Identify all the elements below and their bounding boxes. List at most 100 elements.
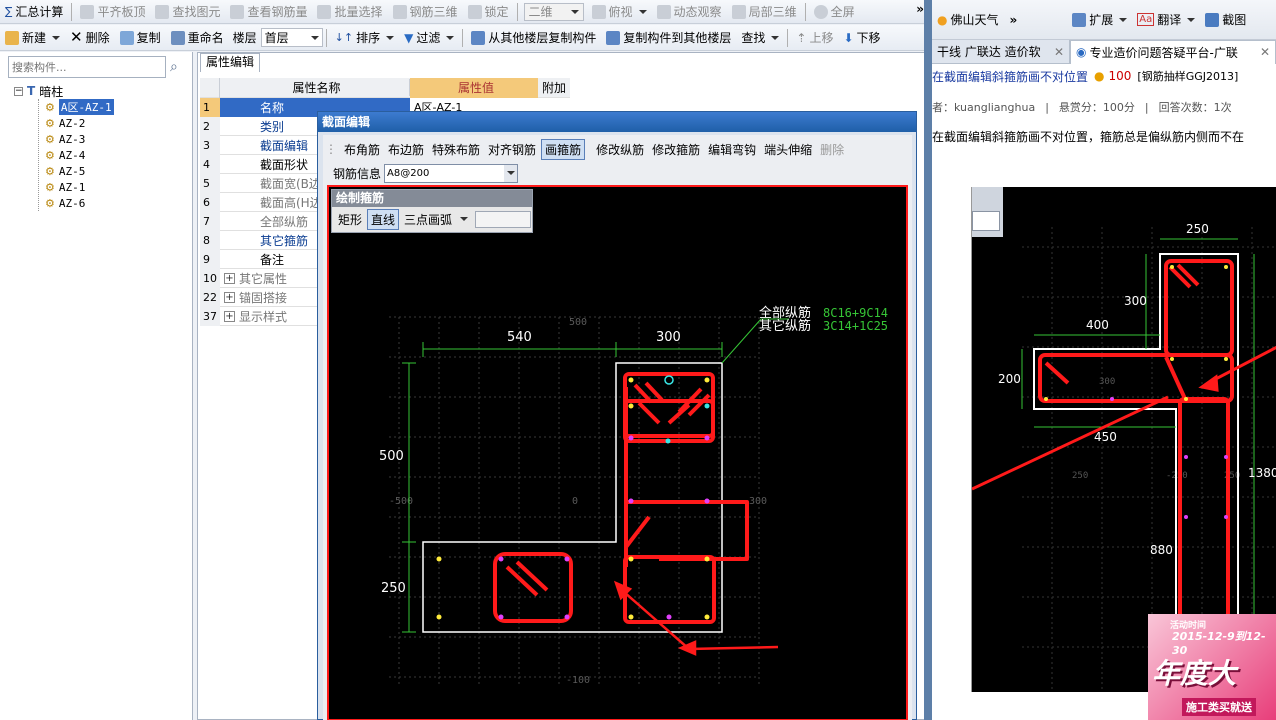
- dialog-titlebar[interactable]: 截面编辑: [318, 112, 916, 132]
- align-top-button[interactable]: 平齐板顶: [75, 1, 150, 23]
- delete-button[interactable]: ✕ 删除: [65, 27, 115, 49]
- copy-button[interactable]: 复制: [115, 27, 166, 49]
- draw-mode-button[interactable]: 三点画弧: [401, 210, 455, 229]
- expand-icon[interactable]: +: [224, 291, 235, 303]
- draw-mode-button[interactable]: 矩形: [335, 210, 365, 229]
- question-bounty: 悬赏分：100分: [1058, 101, 1135, 114]
- tab-glodon-label: 干线 广联达 造价软: [937, 45, 1041, 59]
- dialog-tab[interactable]: 编辑弯钩: [705, 140, 759, 159]
- local-3d-button[interactable]: 局部三维: [727, 1, 802, 23]
- question-title[interactable]: 在截面编辑斜箍筋画不对位置: [932, 68, 1088, 85]
- sort-label: 排序: [356, 31, 381, 45]
- property-name: 其它属性: [239, 271, 288, 286]
- close-icon[interactable]: ✕: [1054, 45, 1064, 59]
- chevron-down-icon: [52, 35, 61, 40]
- align-top-icon: [80, 4, 95, 19]
- find-element-icon: [155, 4, 170, 19]
- move-down-button[interactable]: ⬇ 下移: [838, 27, 885, 49]
- view-mode-select[interactable]: 二维: [523, 2, 584, 21]
- filter-button[interactable]: ▼ 过滤: [399, 27, 459, 49]
- find-button[interactable]: 查找: [736, 27, 784, 49]
- top-view-button[interactable]: 俯视: [587, 1, 652, 23]
- chevron-down-icon: [1119, 17, 1128, 22]
- arc-option-select[interactable]: [475, 210, 532, 228]
- floor-select[interactable]: 首层: [260, 28, 323, 47]
- dialog-tab[interactable]: 布边筋: [385, 140, 427, 159]
- chevron-down-icon: [386, 35, 395, 40]
- lock-button[interactable]: 锁定: [463, 1, 514, 23]
- row-number: 2: [200, 116, 220, 136]
- section-canvas[interactable]: 500 -500 0 300 -100 540 300 500 250 全部纵筋…: [327, 185, 908, 720]
- dialog-tab[interactable]: 端头伸缩: [761, 140, 815, 159]
- column-element-icon: ⚙: [45, 100, 55, 114]
- cad-outline: [1033, 253, 1239, 618]
- move-down-label: 下移: [856, 31, 881, 45]
- new-button[interactable]: 新建: [0, 27, 65, 49]
- rename-button[interactable]: 重命名: [166, 27, 229, 49]
- dialog-tab[interactable]: 对齐钢筋: [485, 140, 539, 159]
- other-rebar-label: 其它纵筋: [759, 318, 811, 334]
- promo-bottom: 施工类买就送: [1182, 698, 1256, 716]
- orbit-button[interactable]: 动态观察: [652, 1, 727, 23]
- extensions-button[interactable]: 扩展: [1067, 9, 1132, 31]
- copy-to-floor-button[interactable]: 复制构件到其他楼层: [601, 27, 736, 49]
- batch-select-button[interactable]: 批量选择: [312, 1, 387, 23]
- browser-window: ● 佛山天气 » 扩展 Aa 翻译 截图 干线 广联达 造价软 ✕ ◉ 专业造价问题答…: [932, 0, 1276, 720]
- chevron-down-icon[interactable]: [504, 164, 518, 182]
- expand-icon[interactable]: +: [224, 272, 235, 284]
- tab-property-edit[interactable]: 属性编辑: [200, 53, 260, 72]
- tree-item[interactable]: ⚙ AZ-4: [39, 147, 189, 163]
- sort-button[interactable]: ↓↑ 排序: [330, 27, 399, 49]
- collapse-icon[interactable]: −: [14, 86, 23, 96]
- tab-qa-label: 专业造价问题答疑平台-广联: [1089, 45, 1238, 60]
- filter-icon: ▼: [404, 30, 414, 45]
- row-number: 22: [200, 287, 220, 307]
- tree-item[interactable]: ⚙ A区-AZ-1: [39, 99, 189, 115]
- tree-item[interactable]: ⚙ AZ-5: [39, 163, 189, 179]
- dialog-tab[interactable]: 删除: [817, 140, 847, 159]
- chevron-down-icon[interactable]: [460, 217, 469, 221]
- copy-from-floor-label: 从其他楼层复制构件: [488, 31, 597, 45]
- component-tree: − T 暗柱 ⚙ A区-AZ-1 ⚙ AZ-2 ⚙ AZ-3 ⚙ AZ-4 ⚙ AZ-5 ⚙ AZ-1…: [14, 83, 189, 211]
- dialog-tab[interactable]: 修改纵筋: [593, 140, 647, 159]
- tab-qa-platform[interactable]: ◉ 专业造价问题答疑平台-广联 ✕: [1070, 39, 1276, 64]
- tree-item[interactable]: ⚙ AZ-2: [39, 115, 189, 131]
- separator: [804, 2, 806, 21]
- close-icon[interactable]: ✕: [1260, 45, 1270, 59]
- rebar-info-select[interactable]: A8@200: [384, 163, 519, 183]
- browser-chevrons[interactable]: »: [1004, 13, 1024, 27]
- tab-glodon[interactable]: 干线 广联达 造价软 ✕: [932, 39, 1070, 64]
- view-rebar-button[interactable]: 查看钢筋量: [225, 1, 312, 23]
- toolbar-overflow-button[interactable]: »: [916, 2, 924, 16]
- dialog-tab[interactable]: 特殊布筋: [429, 140, 483, 159]
- tree-item[interactable]: ⚙ AZ-3: [39, 131, 189, 147]
- faint-label-right: 300: [749, 496, 767, 507]
- dialog-tab[interactable]: 画箍筋: [541, 138, 586, 160]
- dialog-tab[interactable]: 布角筋: [341, 140, 383, 159]
- question-author: 者：kuanglianghua: [932, 101, 1036, 114]
- tree-item-label: AZ-6: [58, 196, 86, 210]
- draw-mode-button[interactable]: 直线: [367, 208, 400, 230]
- tree-item[interactable]: ⚙ AZ-1: [39, 179, 189, 195]
- fullscreen-button[interactable]: 全屏: [809, 1, 860, 23]
- find-element-button[interactable]: 查找图元: [150, 1, 225, 23]
- tree-children: ⚙ A区-AZ-1 ⚙ AZ-2 ⚙ AZ-3 ⚙ AZ-4 ⚙ AZ-5 ⚙ AZ-1 ⚙ AZ-6: [38, 99, 189, 211]
- tree-root[interactable]: − T 暗柱: [14, 83, 189, 99]
- weather-button[interactable]: ● 佛山天气: [932, 9, 1004, 31]
- dialog-tab[interactable]: 修改箍筋: [649, 140, 703, 159]
- translate-button[interactable]: Aa 翻译: [1132, 9, 1200, 31]
- fullscreen-icon: [813, 4, 828, 19]
- lock-label: 锁定: [484, 5, 509, 19]
- search-input[interactable]: [8, 56, 166, 78]
- browser-tabs: 干线 广联达 造价软 ✕ ◉ 专业造价问题答疑平台-广联 ✕: [932, 39, 1276, 64]
- screenshot-button[interactable]: 截图: [1200, 9, 1251, 31]
- copy-from-floor-button[interactable]: 从其他楼层复制构件: [466, 27, 601, 49]
- sum-calc-button[interactable]: ∑ 汇总计算: [0, 1, 68, 23]
- rebar-3d-button[interactable]: 钢筋三维: [388, 1, 463, 23]
- promo-banner[interactable]: 活动时间 2015-12-9到12-30 年度大 施工类买就送: [1148, 614, 1276, 720]
- section-drawing[interactable]: 500 -500 0 300 -100 540 300 500 250 全部纵筋…: [329, 187, 906, 719]
- search-icon[interactable]: ⌕: [170, 59, 178, 75]
- tree-item[interactable]: ⚙ AZ-6: [39, 195, 189, 211]
- move-up-button[interactable]: ⇡ 上移: [791, 27, 838, 49]
- expand-icon[interactable]: +: [224, 310, 235, 322]
